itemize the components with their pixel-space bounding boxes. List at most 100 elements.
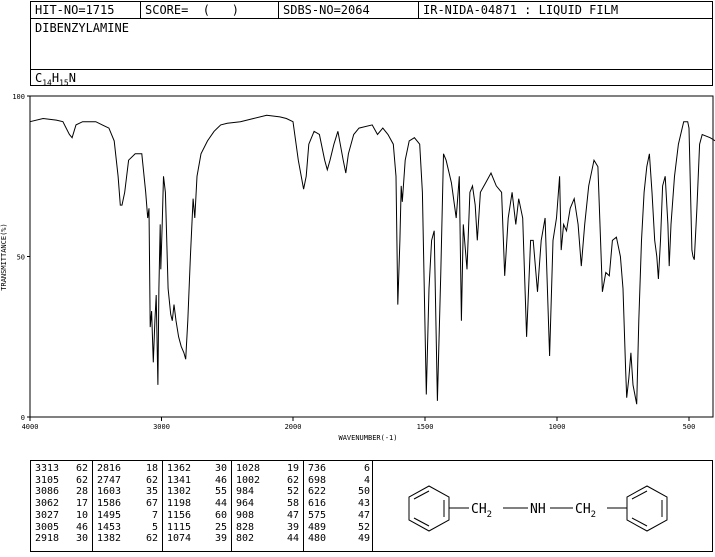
peak-transmittance: 52 [286,486,299,498]
peak-wavenumber: 3086 [35,486,60,498]
peak-transmittance: 47 [286,509,299,521]
peak-row: 802 44 [232,533,303,545]
ch2-right: CH2 [575,502,596,520]
peak-wavenumber: 3062 [35,498,60,510]
peak-row: 489 52 [304,522,374,534]
peak-wavenumber: 489 [308,521,327,533]
peak-column: 1028 19 1002 62 984 52 964 58 908 47 828 39 802 44 [232,461,304,551]
peak-transmittance: 5 [151,521,158,533]
structure-panel: CH2 NH CH2 [373,460,713,552]
peak-row: 736 6 [304,463,374,475]
ch2-left: CH2 [471,502,492,520]
peak-row: 1362 30 [163,463,231,475]
peak-row: 984 52 [232,486,303,498]
y-axis-label: TRANSMITTANCE(%) [0,223,8,290]
peak-transmittance: 62 [75,474,88,486]
peak-transmittance: 44 [214,498,227,510]
peak-wavenumber: 2747 [97,474,122,486]
peak-transmittance: 58 [286,498,299,510]
peak-row: 1341 46 [163,475,231,487]
peak-transmittance: 4 [363,474,370,486]
peak-row: 1028 19 [232,463,303,475]
peak-row: 1002 62 [232,475,303,487]
peak-wavenumber: 1453 [97,521,122,533]
x-tick-label: 2000 [285,423,302,431]
peak-transmittance: 19 [286,463,299,474]
peak-wavenumber: 828 [236,521,255,533]
peak-column: 1362 30 1341 46 1302 55 1198 44 1156 60 1115 25 1074… [163,461,232,551]
peak-transmittance: 6 [363,463,370,474]
peak-row: 3105 62 [31,475,92,487]
peak-transmittance: 44 [286,533,299,545]
peak-row: 698 4 [304,475,374,487]
x-tick-label: 1500 [417,423,434,431]
x-tick-label: 3000 [153,423,170,431]
peak-row: 1198 44 [163,498,231,510]
peak-row: 1586 67 [93,498,162,510]
peak-transmittance: 47 [357,509,370,521]
peak-transmittance: 43 [357,498,370,510]
peak-transmittance: 55 [214,486,227,498]
peak-wavenumber: 1074 [167,533,192,545]
peak-wavenumber: 2816 [97,463,122,474]
peak-row: 3313 62 [31,463,92,475]
peak-wavenumber: 698 [308,474,327,486]
peak-wavenumber: 1156 [167,509,192,521]
peak-row: 3027 10 [31,510,92,522]
peak-wavenumber: 802 [236,533,255,545]
peak-row: 1074 39 [163,533,231,545]
peak-row: 3062 17 [31,498,92,510]
peak-wavenumber: 1198 [167,498,192,510]
peak-transmittance: 62 [145,533,158,545]
left-benzene-ring [408,485,450,532]
peak-row: 622 50 [304,486,374,498]
peak-transmittance: 30 [214,463,227,474]
peak-row: 1603 35 [93,486,162,498]
peak-transmittance: 46 [214,474,227,486]
peak-transmittance: 35 [145,486,158,498]
peak-wavenumber: 1302 [167,486,192,498]
peak-wavenumber: 964 [236,498,255,510]
peak-wavenumber: 908 [236,509,255,521]
x-axis-label: WAVENUMBER(-1) [338,434,397,442]
peak-transmittance: 62 [75,463,88,474]
peak-transmittance: 10 [75,509,88,521]
peak-transmittance: 18 [145,463,158,474]
peak-transmittance: 17 [75,498,88,510]
x-tick-label: 4000 [22,423,39,431]
peak-wavenumber: 2918 [35,533,60,545]
x-tick-label: 500 [683,423,696,431]
peak-transmittance: 7 [151,509,158,521]
peak-transmittance: 28 [75,486,88,498]
peak-row: 1382 62 [93,533,162,545]
peak-wavenumber: 1495 [97,509,122,521]
peak-wavenumber: 3027 [35,509,60,521]
peak-wavenumber: 1362 [167,463,192,474]
peak-wavenumber: 1028 [236,463,261,474]
peak-transmittance: 49 [357,533,370,545]
peak-wavenumber: 736 [308,463,327,474]
peak-row: 616 43 [304,498,374,510]
peak-wavenumber: 1586 [97,498,122,510]
peak-row: 1302 55 [163,486,231,498]
peak-wavenumber: 480 [308,533,327,545]
peak-transmittance: 52 [357,521,370,533]
peak-row: 1495 7 [93,510,162,522]
peak-wavenumber: 1002 [236,474,261,486]
peak-row: 2918 30 [31,533,92,545]
peak-row: 828 39 [232,522,303,534]
peak-column: 2816 18 2747 62 1603 35 1586 67 1495 7 1453 5 1382 62 [93,461,163,551]
ir-spectrum-chart: 4000 3000 2000 1500 1000 500 0 50 100 WAVENUMBE… [0,93,715,442]
peak-transmittance: 30 [75,533,88,545]
peak-wavenumber: 3005 [35,521,60,533]
peak-wavenumber: 3313 [35,463,60,474]
y-tick-label: 0 [21,414,25,422]
x-ticks: 4000 3000 2000 1500 1000 500 [22,417,696,431]
peak-transmittance: 39 [286,521,299,533]
y-tick-label: 100 [12,93,25,101]
right-benzene-ring [626,485,668,532]
peak-row: 575 47 [304,510,374,522]
peak-wavenumber: 575 [308,509,327,521]
peak-row: 964 58 [232,498,303,510]
dibenzylamine-structure: CH2 NH CH2 [408,485,668,532]
